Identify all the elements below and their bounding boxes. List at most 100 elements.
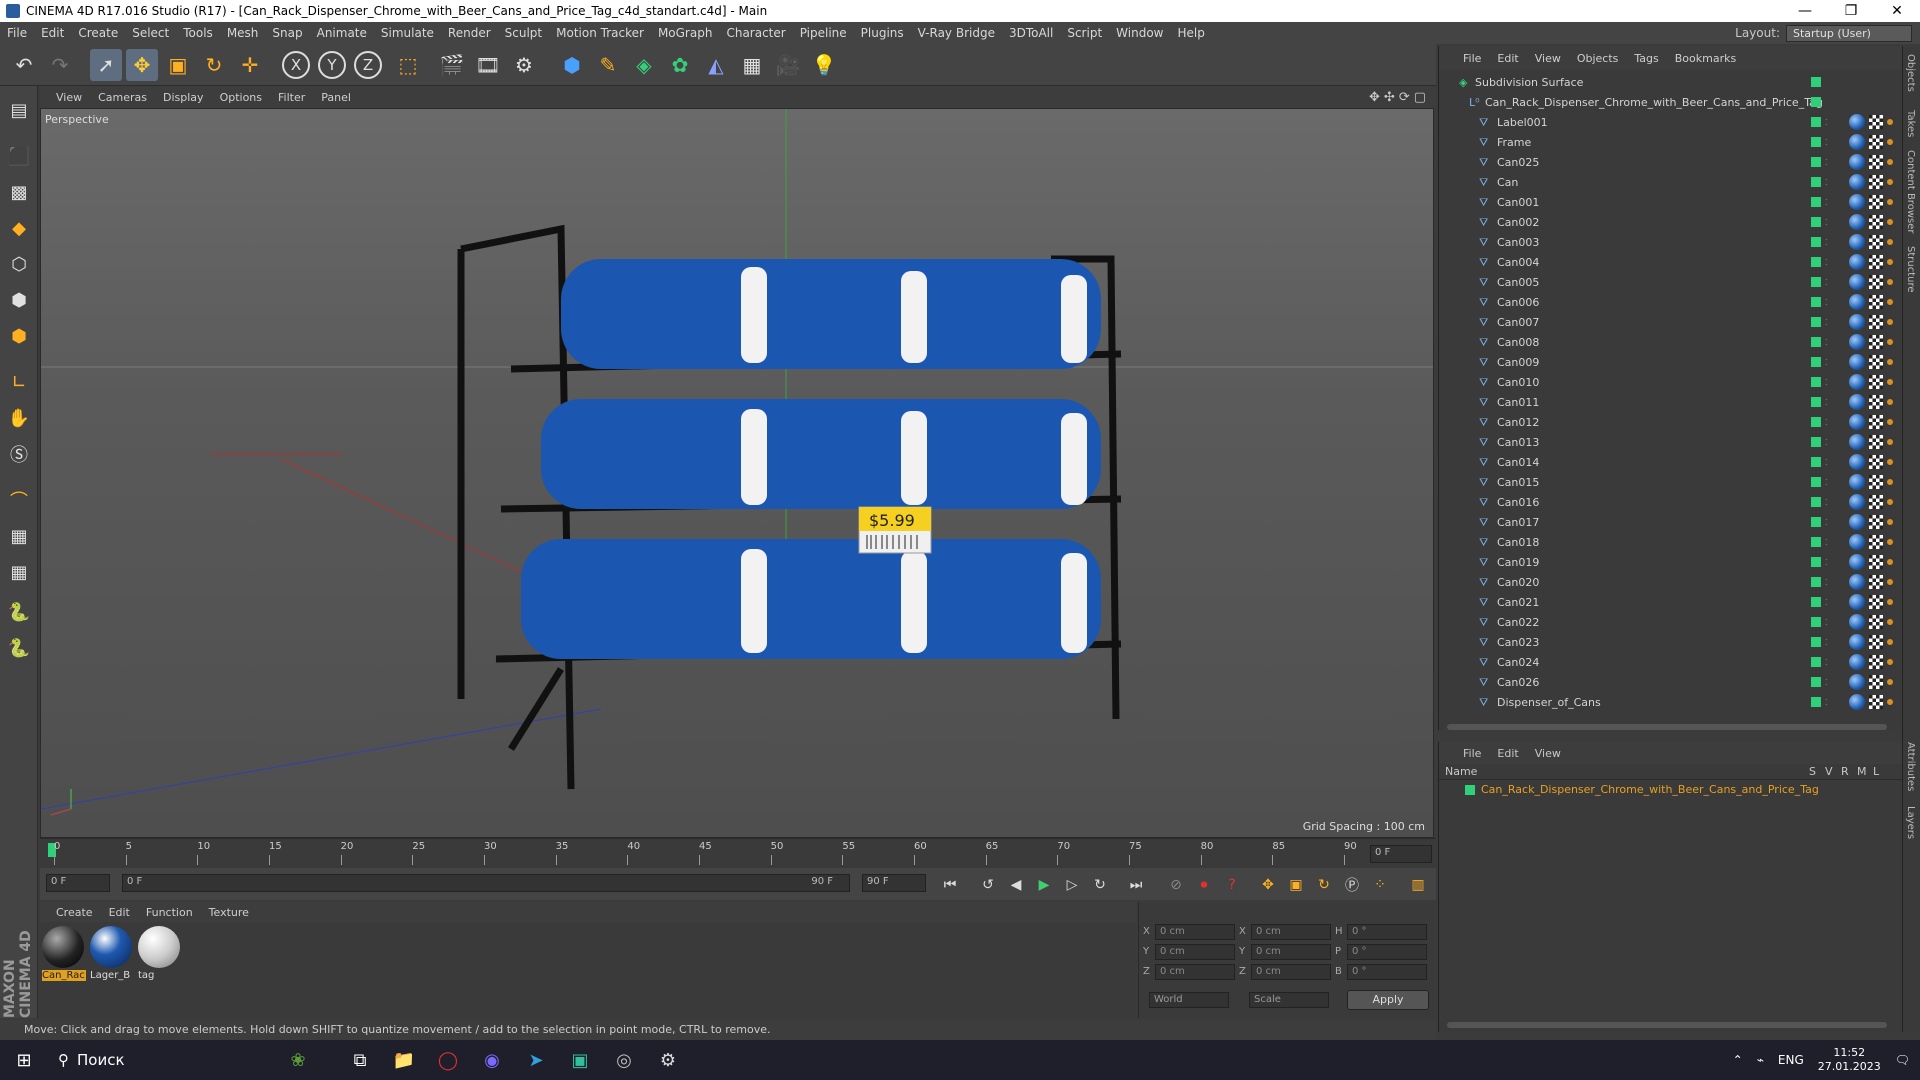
edges-mode-icon[interactable]: ⬢	[3, 284, 35, 316]
menu-animate[interactable]: Animate	[310, 26, 374, 40]
menu-create[interactable]: Create	[71, 26, 125, 40]
material-tag-icon[interactable]	[1849, 594, 1865, 610]
viewport-nav-icons[interactable]: ✥✣⟳▢	[1369, 90, 1436, 105]
object-row-can016[interactable]: ⛛ Can016 ⁚	[1439, 492, 1903, 512]
visibility-dot[interactable]	[1811, 157, 1821, 167]
network-icon[interactable]: ⌁	[1757, 1053, 1764, 1067]
editor-render-toggle[interactable]: ⁚	[1825, 618, 1828, 627]
menu-help[interactable]: Help	[1170, 26, 1211, 40]
visibility-dot[interactable]	[1811, 617, 1821, 627]
object-row-can008[interactable]: ⛛ Can008 ⁚	[1439, 332, 1903, 352]
obj-menu-tags[interactable]: Tags	[1626, 52, 1666, 65]
coord-value-field[interactable]: 0 °	[1347, 924, 1427, 940]
visibility-dot[interactable]	[1811, 337, 1821, 347]
editor-render-toggle[interactable]: ⁚	[1825, 678, 1828, 687]
python-script-2-icon[interactable]: 🐍	[3, 632, 35, 664]
current-frame-field[interactable]: 0 F	[1370, 845, 1432, 863]
goto-start-icon[interactable]: ⏮	[938, 873, 962, 897]
material-tag-icon[interactable]	[1849, 494, 1865, 510]
telegram-icon[interactable]: ➤	[514, 1040, 558, 1080]
texture-tag-icon[interactable]	[1869, 515, 1883, 529]
viewport-menu-display[interactable]: Display	[155, 91, 212, 104]
material-tag-icon[interactable]	[1849, 694, 1865, 710]
coord-value-field[interactable]: 0 °	[1347, 944, 1427, 960]
editor-render-toggle[interactable]: ⁚	[1825, 458, 1828, 467]
editor-render-toggle[interactable]: ⁚	[1825, 258, 1828, 267]
scale-tool-icon[interactable]: ▣	[162, 49, 194, 81]
material-tag[interactable]: tag	[138, 926, 182, 986]
texture-tag-icon[interactable]	[1869, 435, 1883, 449]
visibility-dot[interactable]	[1811, 237, 1821, 247]
material-tag-icon[interactable]	[1849, 114, 1865, 130]
editor-render-toggle[interactable]: ⁚	[1825, 318, 1828, 327]
workplane-mode-icon[interactable]: ◆	[3, 212, 35, 244]
visibility-dot[interactable]	[1811, 657, 1821, 667]
object-row-can021[interactable]: ⛛ Can021 ⁚	[1439, 592, 1903, 612]
editor-render-toggle[interactable]: ⁚	[1825, 698, 1828, 707]
material-menu-edit[interactable]: Edit	[101, 906, 138, 919]
rotate-tool-icon[interactable]: ↻	[198, 49, 230, 81]
phong-tag-icon[interactable]	[1887, 399, 1893, 405]
y-axis-lock-icon[interactable]: Y	[318, 51, 346, 79]
layout-dropdown[interactable]: Startup (User)	[1786, 24, 1912, 42]
texture-tag-icon[interactable]	[1869, 615, 1883, 629]
coord-value-field[interactable]: 0 cm	[1251, 944, 1331, 960]
tab-content-browser[interactable]: Content Browser	[1905, 150, 1916, 233]
visibility-dot[interactable]	[1811, 697, 1821, 707]
texture-tag-icon[interactable]	[1869, 235, 1883, 249]
editor-render-toggle[interactable]: ⁚	[1825, 658, 1828, 667]
previous-key-icon[interactable]: ↺	[976, 873, 1000, 897]
visibility-dot[interactable]	[1811, 637, 1821, 647]
next-frame-icon[interactable]: ▷	[1060, 873, 1084, 897]
menu-render[interactable]: Render	[441, 26, 498, 40]
texture-tag-icon[interactable]	[1869, 335, 1883, 349]
texture-tag-icon[interactable]	[1869, 415, 1883, 429]
coord-value-field[interactable]: 0 cm	[1155, 944, 1235, 960]
editor-render-toggle[interactable]: ⁚	[1825, 398, 1828, 407]
visibility-dot[interactable]	[1811, 517, 1821, 527]
menu-snap[interactable]: Snap	[265, 26, 309, 40]
coord-value-field[interactable]: 0 cm	[1251, 964, 1331, 980]
texture-tag-icon[interactable]	[1869, 695, 1883, 709]
phong-tag-icon[interactable]	[1887, 659, 1893, 665]
texture-tag-icon[interactable]	[1869, 375, 1883, 389]
layer-menu-view[interactable]: View	[1527, 747, 1569, 760]
model-mode-icon[interactable]: ⬛	[3, 140, 35, 172]
visibility-dot[interactable]	[1811, 77, 1821, 87]
editor-render-toggle[interactable]: ⁚	[1825, 498, 1828, 507]
visibility-dot[interactable]	[1811, 357, 1821, 367]
material-lager-beer[interactable]: Lager_B	[90, 926, 134, 986]
phong-tag-icon[interactable]	[1887, 419, 1893, 425]
object-row-can018[interactable]: ⛛ Can018 ⁚	[1439, 532, 1903, 552]
phong-tag-icon[interactable]	[1887, 499, 1893, 505]
object-row-can023[interactable]: ⛛ Can023 ⁚	[1439, 632, 1903, 652]
material-tag-icon[interactable]	[1849, 254, 1865, 270]
taskbar-search[interactable]: ⚲ Поиск	[48, 1051, 258, 1069]
visibility-dot[interactable]	[1811, 577, 1821, 587]
viewport-menu-cameras[interactable]: Cameras	[90, 91, 155, 104]
phong-tag-icon[interactable]	[1887, 459, 1893, 465]
end-frame-field[interactable]: 90 F	[862, 874, 926, 892]
texture-tag-icon[interactable]	[1869, 275, 1883, 289]
object-row-group[interactable]: L⁰ Can_Rack_Dispenser_Chrome_with_Beer_C…	[1439, 92, 1903, 112]
phong-tag-icon[interactable]	[1887, 379, 1893, 385]
texture-tag-icon[interactable]	[1869, 315, 1883, 329]
material-can-rack[interactable]: Can_Rac	[42, 926, 86, 986]
material-tag-icon[interactable]	[1849, 554, 1865, 570]
menu-character[interactable]: Character	[719, 26, 792, 40]
texture-tag-icon[interactable]	[1869, 175, 1883, 189]
tweak-mode-icon[interactable]: ✋	[3, 402, 35, 434]
coord-value-field[interactable]: 0 cm	[1155, 924, 1235, 940]
object-row-can017[interactable]: ⛛ Can017 ⁚	[1439, 512, 1903, 532]
editor-render-toggle[interactable]: ⁚	[1825, 238, 1828, 247]
file-explorer-icon[interactable]: 📁	[382, 1040, 426, 1080]
material-tag-icon[interactable]	[1849, 374, 1865, 390]
object-row-can013[interactable]: ⛛ Can013 ⁚	[1439, 432, 1903, 452]
timeline-ruler[interactable]: 0 5 10 15 20 25 30 35 40 45 50 55 60 65 70 75 80 85 90 0 F	[40, 838, 1436, 868]
material-tag-icon[interactable]	[1849, 174, 1865, 190]
phong-tag-icon[interactable]	[1887, 699, 1893, 705]
phong-tag-icon[interactable]	[1887, 639, 1893, 645]
texture-tag-icon[interactable]	[1869, 535, 1883, 549]
phong-tag-icon[interactable]	[1887, 479, 1893, 485]
material-menu-texture[interactable]: Texture	[201, 906, 257, 919]
